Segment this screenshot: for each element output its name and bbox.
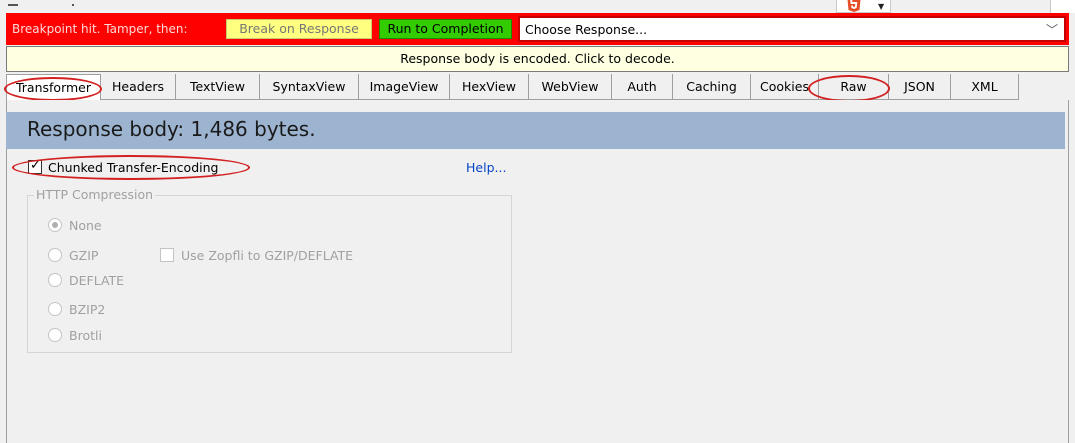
top-dot [72, 4, 74, 6]
radio-label: None [69, 218, 102, 233]
chunked-label: Chunked Transfer-Encoding [48, 160, 219, 175]
choose-response-dropdown[interactable]: Choose Response... ﹀ [518, 16, 1066, 42]
zopfli-label: Use Zopfli to GZIP/DEFLATE [181, 248, 354, 263]
tab-imageview[interactable]: ImageView [359, 74, 450, 100]
radio-button[interactable] [48, 328, 62, 342]
radio-label: Brotli [69, 328, 102, 343]
tab-textview[interactable]: TextView [176, 74, 260, 100]
response-body-header: Response body: 1,486 bytes. [6, 112, 1065, 149]
tab-cookies[interactable]: Cookies [751, 74, 819, 100]
radio-label: BZIP2 [69, 302, 106, 317]
tab-headers[interactable]: Headers [101, 74, 176, 100]
radio-label: GZIP [69, 248, 99, 263]
breakpoint-label: Breakpoint hit. Tamper, then: [12, 22, 188, 36]
choose-response-value: Choose Response... [525, 22, 648, 37]
tab-hexview[interactable]: HexView [450, 74, 529, 100]
radio-button[interactable] [48, 273, 62, 287]
chevron-down-icon: ﹀ [1045, 23, 1058, 37]
tab-transformer[interactable]: Transformer [6, 74, 101, 101]
checkmark-icon: ✓ [30, 158, 41, 173]
radio-selected-dot [52, 222, 58, 228]
tab-xml[interactable]: XML [951, 74, 1019, 100]
response-body-size: Response body: 1,486 bytes. [27, 117, 316, 141]
decode-notice-bar[interactable]: Response body is encoded. Click to decod… [6, 46, 1069, 72]
html5-icon [847, 0, 861, 12]
tab-json[interactable]: JSON [889, 74, 951, 100]
break-on-response-button[interactable]: Break on Response [226, 19, 372, 39]
inspector-tabs: Transformer Headers TextView SyntaxView … [6, 74, 1069, 101]
run-to-completion-button[interactable]: Run to Completion [379, 19, 512, 39]
radio-button[interactable] [48, 218, 62, 232]
http-compression-group: HTTP Compression None GZIP DEFLATE BZIP2… [27, 187, 512, 353]
zopfli-checkbox[interactable] [160, 248, 174, 262]
tab-webview[interactable]: WebView [529, 74, 612, 100]
chevron-down-icon: ▼ [878, 2, 885, 11]
help-link[interactable]: Help... [466, 160, 506, 175]
tab-raw[interactable]: Raw [819, 74, 889, 100]
tab-syntaxview[interactable]: SyntaxView [260, 74, 359, 100]
http-compression-title: HTTP Compression [34, 187, 156, 202]
chunked-checkbox[interactable]: ✓ [28, 158, 42, 174]
tab-auth[interactable]: Auth [612, 74, 673, 100]
radio-button[interactable] [48, 302, 62, 316]
radio-button[interactable] [48, 248, 62, 262]
radio-label: DEFLATE [69, 273, 125, 288]
tab-caching[interactable]: Caching [673, 74, 751, 100]
top-right-box [1050, 0, 1075, 13]
top-strip [0, 0, 1075, 13]
breakpoint-bar: Breakpoint hit. Tamper, then: Break on R… [6, 13, 1069, 45]
top-dash [8, 4, 18, 6]
